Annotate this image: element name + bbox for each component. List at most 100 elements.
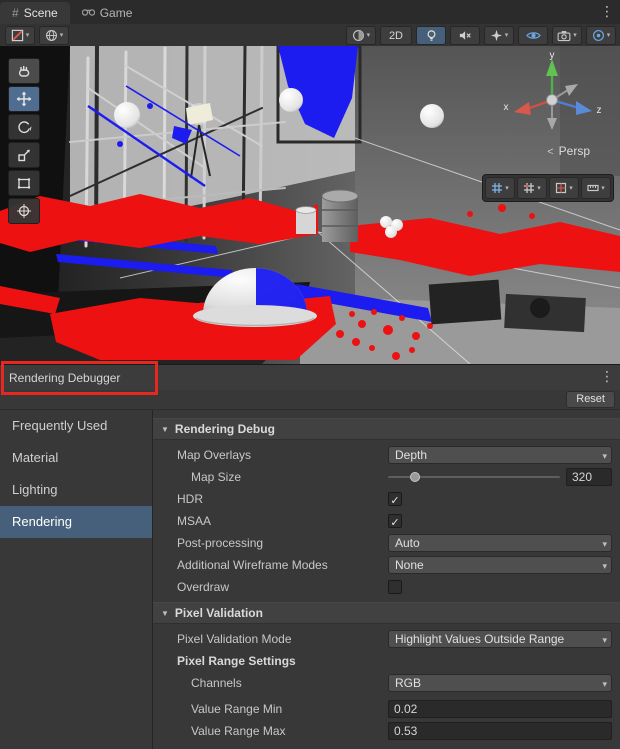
chevron-down-icon: ▾ (601, 185, 605, 192)
debugger-content: Rendering Debug Map Overlays Depth Map S… (153, 410, 620, 749)
chevron-down-icon: ▾ (573, 32, 577, 39)
window-menu-kebab-icon[interactable]: ⋮ (600, 3, 614, 20)
scene-effects-dropdown[interactable]: ▾ (484, 26, 514, 45)
chevron-down-icon: ▾ (26, 32, 30, 39)
tab-game[interactable]: Game (70, 2, 145, 24)
hdr-checkbox[interactable] (388, 492, 402, 506)
gizmos-dropdown[interactable]: ▾ (586, 26, 616, 45)
scene-camera-dropdown[interactable]: ▾ (552, 26, 582, 45)
grid-visibility-dropdown[interactable]: ▾ (485, 177, 515, 199)
wireframe-modes-dropdown[interactable]: None (388, 556, 612, 574)
hand-icon (16, 63, 32, 79)
debugger-menu-kebab-icon[interactable]: ⋮ (600, 368, 614, 385)
scene-lighting-toggle[interactable] (416, 26, 446, 45)
slider-thumb[interactable] (410, 472, 420, 482)
field-post-processing: Post-processing Auto (153, 534, 612, 552)
field-msaa: MSAA (153, 512, 612, 530)
rotate-tool-button[interactable] (8, 114, 40, 140)
chevron-down-icon: ▾ (367, 32, 371, 39)
chevron-down-icon: ▾ (505, 32, 509, 39)
negative-axis-cone[interactable] (565, 84, 578, 96)
chevron-down-icon: ▾ (569, 185, 573, 192)
field-value-range-min: Value Range Min (153, 700, 612, 718)
x-axis-cone[interactable] (514, 102, 531, 115)
field-overdraw: Overdraw (153, 578, 612, 596)
section-pixel-validation[interactable]: Pixel Validation (153, 602, 620, 624)
move-tool-button[interactable] (8, 86, 40, 112)
sidebar-item-frequently-used[interactable]: Frequently Used (0, 410, 152, 442)
game-icon (82, 6, 95, 20)
z-axis-label: z (597, 105, 602, 116)
chevron-down-icon: ▾ (505, 185, 509, 192)
effects-sparkle-icon (490, 29, 503, 42)
eye-icon (526, 29, 541, 42)
sidebar-item-rendering[interactable]: Rendering (0, 506, 152, 538)
scene-visibility-toggle[interactable] (518, 26, 548, 45)
value-range-max-input[interactable] (388, 722, 612, 740)
chevron-down-icon: ▾ (60, 32, 64, 39)
reset-button[interactable]: Reset (566, 391, 615, 408)
y-axis-cone[interactable] (546, 59, 558, 76)
z-axis-cone[interactable] (576, 101, 592, 115)
2d-toggle-button[interactable]: 2D (380, 26, 412, 45)
orientation-gizmo[interactable]: y x z (494, 50, 606, 147)
gizmo-center[interactable] (547, 95, 558, 106)
field-map-overlays: Map Overlays Depth (153, 446, 612, 464)
channels-dropdown[interactable]: RGB (388, 674, 612, 692)
section-rendering-debug[interactable]: Rendering Debug (153, 418, 620, 440)
shaded-sphere-icon (352, 29, 365, 42)
post-processing-dropdown[interactable]: Auto (388, 534, 612, 552)
rendering-debugger-title: Rendering Debugger (0, 371, 120, 385)
projection-mode-label[interactable]: Persp (547, 144, 590, 158)
msaa-checkbox[interactable] (388, 514, 402, 528)
grid-snap-dropdown[interactable]: ▾ (517, 177, 547, 199)
pixel-validation-mode-dropdown[interactable]: Highlight Values Outside Range (388, 630, 612, 648)
value-range-min-input[interactable] (388, 700, 612, 718)
gizmo-info-icon (592, 29, 605, 42)
measure-dropdown[interactable]: ▾ (581, 177, 611, 199)
rect-tool-button[interactable] (8, 170, 40, 196)
barrel (322, 190, 358, 242)
debugger-reset-row: Reset (0, 390, 620, 410)
negative-axis-cone[interactable] (547, 118, 557, 130)
transform-icon (16, 203, 32, 219)
field-additional-wireframe-modes: Additional Wireframe Modes None (153, 556, 612, 574)
globe-icon (45, 29, 58, 42)
2d-label: 2D (384, 30, 408, 42)
rect-tool-icon (16, 175, 32, 191)
snap-increment-dropdown[interactable]: ▾ (549, 177, 579, 199)
sidebar-item-material[interactable]: Material (0, 442, 152, 474)
unity-editor-window: # Scene Game ⋮ ▾ ▾ ▾ (0, 0, 620, 749)
transform-tool-button[interactable] (8, 198, 40, 224)
debug-mode-icon (11, 29, 24, 42)
paint-bucket (296, 207, 316, 234)
scene-tool-column (8, 58, 40, 224)
debug-draw-mode-dropdown[interactable]: ▾ (5, 26, 35, 45)
globe-dropdown[interactable]: ▾ (39, 26, 69, 45)
view-tab-bar: # Scene Game ⋮ (0, 0, 620, 25)
tab-scene-label: Scene (24, 6, 58, 20)
shading-mode-dropdown[interactable]: ▾ (346, 26, 376, 45)
map-size-slider[interactable] (388, 468, 560, 486)
scene-grid-icon: # (12, 6, 19, 20)
x-axis-label: x (504, 102, 509, 113)
map-overlays-dropdown[interactable]: Depth (388, 446, 612, 464)
scale-tool-button[interactable] (8, 142, 40, 168)
y-axis-label: y (550, 50, 555, 61)
scene-audio-toggle[interactable] (450, 26, 480, 45)
chevron-down-icon: ▾ (537, 185, 541, 192)
overdraw-checkbox[interactable] (388, 580, 402, 594)
field-hdr: HDR (153, 490, 612, 508)
scale-icon (16, 147, 32, 163)
sidebar-item-lighting[interactable]: Lighting (0, 474, 152, 506)
scene-viewport[interactable]: y x z Persp ▾ (0, 46, 620, 364)
tab-game-label: Game (100, 6, 133, 20)
rotate-icon (16, 119, 32, 135)
map-size-input[interactable] (566, 468, 612, 486)
lightbulb-icon (425, 29, 438, 42)
pixel-range-settings-label-row: Pixel Range Settings (153, 652, 612, 670)
audio-muted-icon (458, 29, 472, 42)
tab-scene[interactable]: # Scene (0, 2, 70, 24)
persp-icon (547, 144, 553, 158)
hand-tool-button[interactable] (8, 58, 40, 84)
